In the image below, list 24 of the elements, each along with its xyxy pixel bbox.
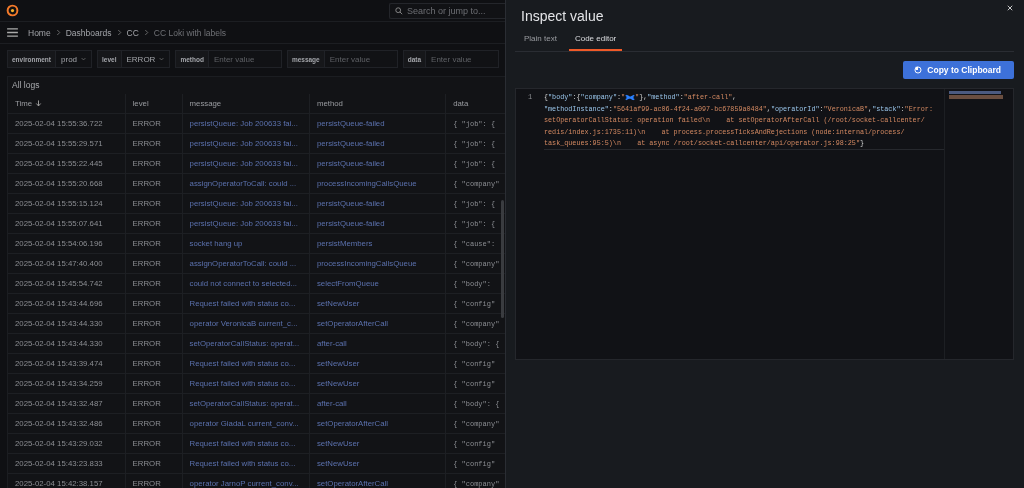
clipboard-icon [914,66,923,74]
chevron-icon [143,29,149,36]
drawer-title: Inspect value [520,7,604,26]
panel-title: All logs [11,79,41,92]
breadcrumb-link[interactable]: Dashboards [65,27,112,38]
code-editor[interactable] [515,88,1014,360]
tab[interactable]: Plain text [518,30,563,51]
search-field[interactable]: Search or jump to... [389,2,505,19]
redaction-scribble [625,93,636,101]
close-icon[interactable] [1007,5,1013,11]
logo-icon[interactable] [6,4,19,17]
breadcrumb-link[interactable]: Home [28,27,51,38]
search-icon [395,6,403,15]
chevron-icon [116,29,122,36]
sort-arrow-icon [35,100,43,108]
filter-input[interactable]: Enter value [426,51,499,67]
copy-button[interactable]: Copy to Clipboard [903,61,1014,79]
breadcrumb-link[interactable]: CC [126,27,139,38]
menu-icon[interactable] [7,28,18,37]
filter-input[interactable]: Enter value [324,51,397,67]
tab[interactable]: Code editor [568,30,623,51]
filter-input[interactable]: Enter value [208,51,281,67]
breadcrumb-link[interactable]: CC Loki with labels [153,27,227,38]
chevron-icon [55,29,61,36]
